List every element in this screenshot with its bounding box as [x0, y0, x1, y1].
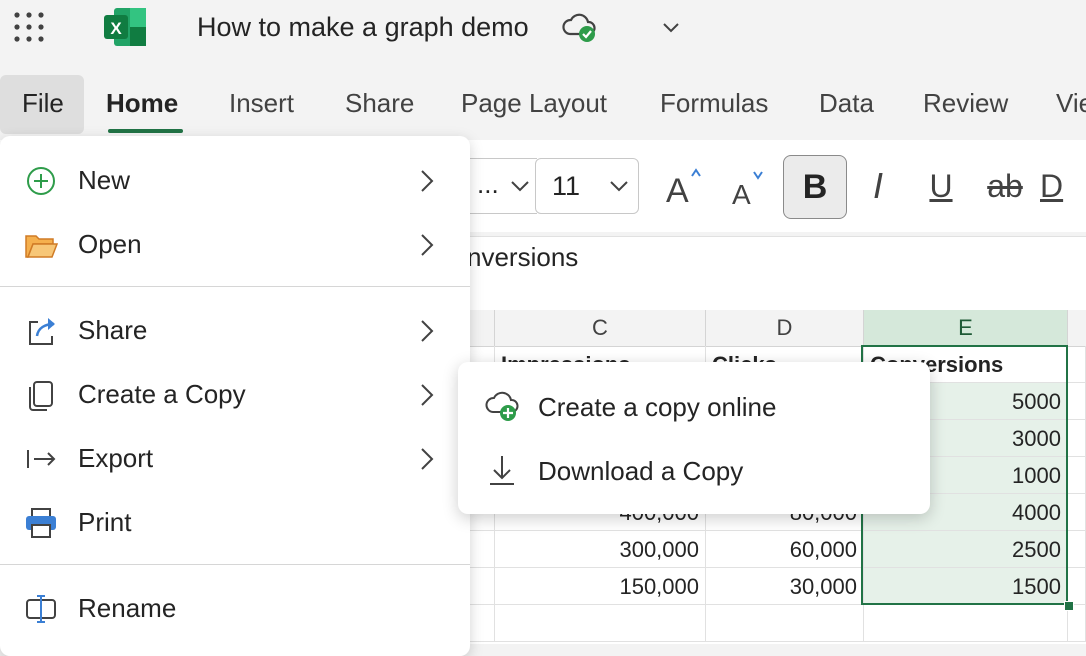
tab-formulas[interactable]: Formulas [660, 88, 768, 119]
table-cell-c[interactable]: 150,000 [495, 568, 706, 605]
printer-icon [26, 508, 56, 538]
menu-item-label: Create a Copy [78, 379, 246, 409]
copy-icon [29, 381, 53, 411]
chevron-down-icon [610, 181, 628, 192]
export-arrow-icon [27, 450, 56, 468]
strikethrough-button[interactable]: ab [975, 156, 1035, 216]
table-cell-f[interactable] [1068, 568, 1086, 605]
formula-bar-text[interactable]: nversions [467, 242, 578, 273]
tab-file[interactable]: File [0, 75, 84, 134]
tab-file-label: File [22, 88, 64, 118]
cloud-add-icon [485, 391, 519, 421]
download-icon [490, 456, 514, 485]
table-cell-f[interactable] [1068, 457, 1086, 494]
menu-item-open[interactable]: Open [0, 215, 470, 275]
document-title[interactable]: How to make a graph demo [197, 12, 529, 43]
fill-handle[interactable] [1064, 601, 1074, 611]
submenu-item-create-copy-online[interactable]: Create a copy online [458, 376, 930, 438]
table-cell-f[interactable] [1068, 383, 1086, 420]
table-cell-d[interactable]: 30,000 [706, 568, 864, 605]
menu-item-label: Export [78, 443, 154, 473]
table-cell-c[interactable]: 300,000 [495, 531, 706, 568]
table-cell-e[interactable]: 2500 [864, 531, 1068, 568]
menu-item-label: New [78, 165, 131, 195]
active-tab-indicator [108, 129, 183, 133]
chevron-down-icon [511, 181, 529, 192]
create-copy-submenu: Create a copy online Download a Copy [458, 362, 930, 514]
tab-page-layout[interactable]: Page Layout [461, 88, 607, 119]
menu-item-print[interactable]: Print [0, 493, 470, 553]
chevron-right-icon [421, 234, 434, 256]
table-cell-f[interactable] [1068, 531, 1086, 568]
svg-text:X: X [110, 19, 122, 38]
table-cell-f[interactable] [1068, 420, 1086, 457]
menu-item-label: Print [78, 507, 132, 537]
tab-data[interactable]: Data [819, 88, 874, 119]
menu-item-label: Rename [78, 593, 177, 623]
svg-text:A: A [732, 179, 751, 208]
font-size-dropdown[interactable]: 11 [535, 158, 639, 214]
tab-review[interactable]: Review [923, 88, 1008, 119]
italic-button[interactable]: I [848, 156, 908, 216]
excel-logo-icon: X [104, 8, 146, 46]
table-cell-e[interactable] [864, 605, 1068, 642]
chevron-right-icon [421, 320, 434, 342]
increase-font-size-icon[interactable]: A [664, 164, 708, 208]
menu-item-export[interactable]: Export [0, 429, 470, 489]
chevron-right-icon [421, 448, 434, 470]
submenu-item-label: Download a Copy [538, 456, 744, 486]
column-header-c[interactable]: C [495, 310, 706, 347]
app-launcher-icon[interactable] [13, 11, 45, 43]
table-cell-e[interactable]: 1500 [864, 568, 1068, 605]
submenu-item-label: Create a copy online [538, 392, 777, 422]
tab-share[interactable]: Share [345, 88, 414, 119]
table-cell-f[interactable] [1068, 494, 1086, 531]
folder-open-icon [25, 235, 58, 258]
tab-view[interactable]: Vie [1056, 88, 1086, 119]
menu-item-new[interactable]: New [0, 151, 470, 211]
file-menu: New Open Share Create a Copy Export Prin… [0, 136, 470, 656]
underline-button[interactable]: U [911, 156, 971, 216]
more-format-button[interactable]: D [1040, 156, 1086, 216]
svg-text:A: A [666, 172, 689, 208]
menu-item-rename[interactable]: Rename [0, 579, 470, 639]
chevron-right-icon [421, 384, 434, 406]
menu-item-label: Open [78, 229, 142, 259]
menu-item-create-a-copy[interactable]: Create a Copy [0, 365, 470, 425]
tab-insert[interactable]: Insert [229, 88, 294, 119]
bold-button[interactable]: B [783, 155, 847, 219]
font-size-value: 11 [552, 171, 581, 201]
font-name-value: ... [477, 169, 499, 199]
plus-circle-icon [27, 167, 55, 195]
table-cell-d[interactable]: 60,000 [706, 531, 864, 568]
table-cell-d[interactable] [706, 605, 864, 642]
menu-item-label: Share [78, 315, 148, 345]
share-icon [29, 318, 55, 345]
menu-divider [0, 564, 470, 565]
menu-item-share[interactable]: Share [0, 301, 470, 361]
rename-icon [26, 595, 56, 623]
column-header-d[interactable]: D [706, 310, 864, 347]
column-header-e[interactable]: E [864, 310, 1068, 347]
header-cell-f[interactable] [1068, 346, 1086, 383]
tab-home[interactable]: Home [106, 88, 178, 119]
chevron-right-icon [421, 170, 434, 192]
submenu-item-download-a-copy[interactable]: Download a Copy [458, 440, 930, 502]
title-bar [0, 0, 1086, 62]
cloud-saved-icon[interactable] [561, 10, 599, 44]
column-header-f[interactable] [1068, 310, 1086, 347]
menu-divider [0, 286, 470, 287]
chevron-down-icon[interactable] [660, 16, 682, 38]
table-cell-c[interactable] [495, 605, 706, 642]
decrease-font-size-icon[interactable]: A [730, 168, 774, 208]
